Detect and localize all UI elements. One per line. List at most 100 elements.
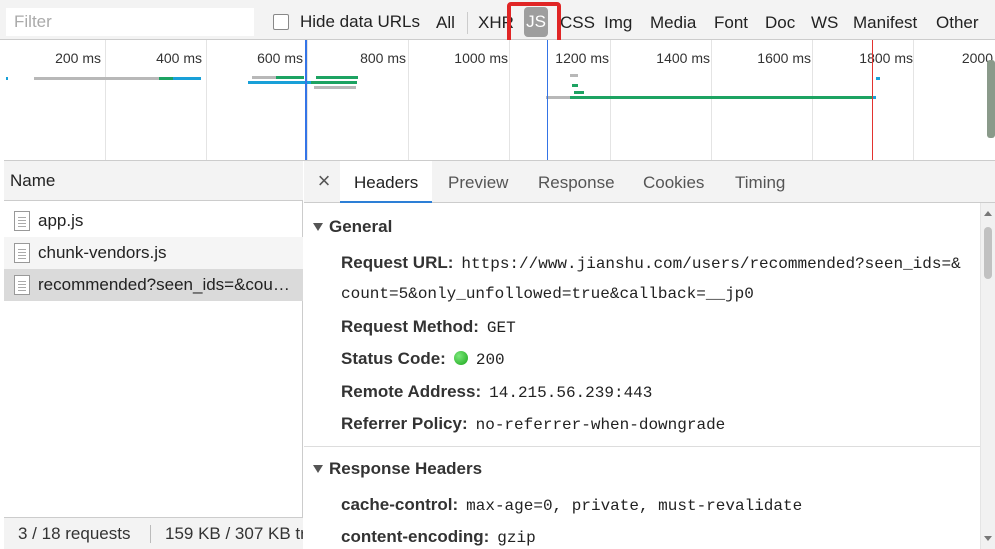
network-overview-timeline[interactable]: 200 ms 400 ms 600 ms 800 ms 1000 ms 1200…: [4, 40, 995, 161]
type-filter-ws[interactable]: WS: [811, 11, 838, 35]
request-url-value: https://www.jianshu.com/users/recommende…: [461, 255, 961, 273]
waterfall-bar: [159, 77, 173, 80]
waterfall-bar: [876, 77, 880, 80]
waterfall-bar: [574, 91, 584, 94]
request-detail-panel: × Headers Preview Response Cookies Timin…: [304, 161, 995, 549]
waterfall-bar: [311, 81, 357, 84]
type-filter-js[interactable]: JS: [524, 7, 548, 37]
grid-line: [812, 40, 813, 160]
file-icon: [14, 211, 30, 231]
requests-status-bar: 3 / 18 requests 159 KB / 307 KB transfer…: [4, 517, 303, 549]
grid-line: [206, 40, 207, 160]
scroll-down-arrow-icon[interactable]: [984, 536, 992, 541]
type-filter-media[interactable]: Media: [650, 11, 696, 35]
type-filter-all[interactable]: All: [436, 11, 455, 35]
overview-scroll-handle[interactable]: [987, 60, 995, 138]
status-ok-icon: [453, 351, 468, 365]
tab-cookies[interactable]: Cookies: [629, 161, 718, 203]
close-icon[interactable]: ×: [314, 169, 334, 193]
tab-timing[interactable]: Timing: [721, 161, 799, 203]
request-count: 3 / 18 requests: [18, 524, 131, 543]
tick-label: 1400 ms: [656, 50, 710, 66]
requests-panel: Name app.js chunk-vendors.js recommended…: [4, 161, 303, 549]
waterfall-bar: [546, 96, 570, 99]
name-column-header[interactable]: Name: [4, 161, 303, 201]
hide-data-urls-checkbox[interactable]: [273, 14, 289, 30]
request-name: chunk-vendors.js: [38, 243, 167, 262]
response-headers-section-toggle[interactable]: Response Headers: [313, 459, 482, 479]
grid-line: [610, 40, 611, 160]
file-icon: [14, 275, 30, 295]
type-filter-css[interactable]: CSS: [560, 11, 595, 35]
request-method-value: GET: [486, 319, 516, 337]
waterfall-bar: [34, 77, 159, 80]
general-section-toggle[interactable]: General: [313, 217, 392, 237]
tick-label: 2000: [961, 50, 993, 66]
request-row-app-js[interactable]: app.js: [4, 205, 303, 237]
type-filter-xhr[interactable]: XHR: [478, 11, 514, 35]
request-row-chunk-vendors[interactable]: chunk-vendors.js: [4, 237, 303, 269]
tick-label: 800 ms: [360, 50, 406, 66]
grid-line: [408, 40, 409, 160]
remote-address-row: Remote Address: 14.215.56.239:443: [341, 382, 652, 402]
status-divider: [150, 525, 151, 543]
type-filter-other[interactable]: Other: [936, 11, 979, 35]
type-filter-font[interactable]: Font: [714, 11, 748, 35]
request-row-recommended[interactable]: recommended?seen_ids=&count=5&only_unfol…: [4, 269, 303, 301]
waterfall-bar: [316, 76, 358, 79]
waterfall-bar: [173, 77, 201, 80]
referrer-policy-row: Referrer Policy: no-referrer-when-downgra…: [341, 414, 725, 434]
status-code-key: Status Code:: [341, 349, 446, 368]
tick-label: 1000 ms: [454, 50, 508, 66]
hide-data-urls-label: Hide data URLs: [300, 12, 421, 31]
detail-scrollbar[interactable]: [980, 203, 995, 549]
referrer-policy-key: Referrer Policy:: [341, 414, 468, 433]
waterfall-bar: [252, 76, 276, 79]
type-filter-img[interactable]: Img: [604, 11, 632, 35]
grid-line: [711, 40, 712, 160]
type-filter-doc[interactable]: Doc: [765, 11, 795, 35]
grid-line: [105, 40, 106, 160]
request-url-key: Request URL:: [341, 253, 454, 272]
tick-label: 200 ms: [55, 50, 101, 66]
filter-toolbar: Hide data URLs All XHR JS CSS Img Media …: [0, 0, 995, 45]
expand-triangle-icon: [313, 465, 323, 473]
grid-line: [509, 40, 510, 160]
status-code-row: Status Code: 200: [341, 349, 505, 369]
tick-label: 400 ms: [156, 50, 202, 66]
request-url-value-continued: count=5&only_unfollowed=true&callback=__…: [341, 285, 754, 303]
tick-label: 600 ms: [257, 50, 303, 66]
scroll-up-arrow-icon[interactable]: [984, 211, 992, 216]
grid-line: [307, 40, 308, 160]
detail-tab-bar: × Headers Preview Response Cookies Timin…: [304, 161, 995, 203]
response-header-value: gzip: [497, 529, 536, 547]
response-headers-section-title: Response Headers: [329, 459, 483, 478]
file-icon: [14, 243, 30, 263]
tab-preview[interactable]: Preview: [434, 161, 522, 203]
tick-label: 1800 ms: [859, 50, 913, 66]
referrer-policy-value: no-referrer-when-downgrade: [475, 416, 726, 434]
general-section-title: General: [329, 217, 393, 236]
response-header-key: content-encoding:: [341, 527, 490, 546]
tab-response[interactable]: Response: [524, 161, 629, 203]
hide-data-urls-toggle[interactable]: Hide data URLs: [273, 11, 420, 33]
response-header-row: content-encoding: gzip: [341, 527, 536, 547]
remote-address-value: 14.215.56.239:443: [489, 384, 653, 402]
tab-headers[interactable]: Headers: [340, 161, 433, 203]
grid-line: [913, 40, 914, 160]
request-name: app.js: [38, 211, 84, 230]
load-event-marker: [872, 40, 873, 160]
tick-label: 1200 ms: [555, 50, 609, 66]
section-divider: [304, 446, 980, 447]
expand-triangle-icon: [313, 223, 323, 231]
filter-input[interactable]: [6, 8, 254, 36]
waterfall-bar: [570, 96, 872, 99]
waterfall-bar: [314, 86, 356, 89]
request-method-key: Request Method:: [341, 317, 479, 336]
waterfall-bar: [6, 77, 8, 80]
scrollbar-thumb[interactable]: [984, 227, 992, 279]
response-header-key: cache-control:: [341, 495, 459, 514]
waterfall-bar: [276, 76, 304, 79]
type-filter-manifest[interactable]: Manifest: [853, 11, 917, 35]
request-url-row: Request URL: https://www.jianshu.com/user…: [341, 253, 961, 273]
